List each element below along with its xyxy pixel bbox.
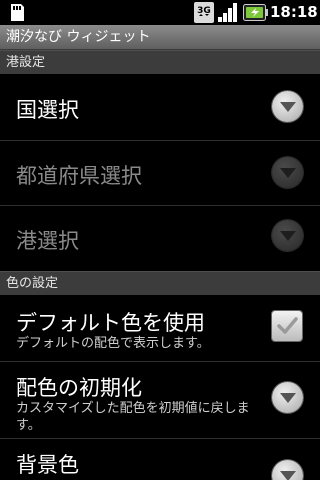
category-harbor-settings: 港設定: [0, 50, 320, 74]
pref-prefecture-select[interactable]: 都道府県選択: [0, 141, 320, 205]
pref-title: 配色の初期化: [16, 376, 142, 400]
pref-title: デフォルト色を使用: [16, 311, 205, 335]
app-title-bar: 潮汐なび ウィジェット: [0, 25, 320, 50]
dropdown-arrow-icon: [272, 220, 303, 251]
pref-use-default-colors[interactable]: デフォルト色を使用 デフォルトの配色で表示します。: [0, 295, 320, 361]
category-label: 色の設定: [6, 276, 59, 291]
pref-title: 都道府県選択: [16, 164, 142, 188]
pref-reset-colors[interactable]: 配色の初期化 カスタマイズした配色を初期値に戻します。: [0, 362, 320, 438]
app-title: 潮汐なび ウィジェット: [6, 29, 151, 45]
status-time: 18:18: [270, 3, 318, 21]
pref-title: 国選択: [16, 98, 79, 122]
dropdown-arrow-icon[interactable]: [272, 91, 303, 122]
pref-harbor-select[interactable]: 港選択: [0, 206, 320, 270]
pref-country-select[interactable]: 国選択: [0, 74, 320, 140]
pref-title: 背景色: [16, 453, 79, 477]
sd-card-icon: [11, 4, 24, 21]
dropdown-arrow-icon[interactable]: [272, 460, 303, 480]
pref-title: 港選択: [16, 229, 79, 253]
check-icon: [277, 317, 298, 334]
network-3g-icon: 3G: [194, 2, 214, 23]
battery-charging-icon: [243, 4, 268, 21]
svg-text:3G: 3G: [197, 6, 211, 16]
pref-summary: カスタマイズした配色を初期値に戻します。: [16, 401, 250, 433]
category-color-settings: 色の設定: [0, 271, 320, 295]
pref-background-color[interactable]: 背景色: [0, 439, 320, 480]
default-colors-checkbox[interactable]: [272, 311, 302, 341]
dropdown-arrow-icon[interactable]: [272, 382, 303, 413]
pref-summary: デフォルトの配色で表示します。: [16, 336, 210, 351]
category-label: 港設定: [6, 55, 46, 70]
signal-strength-icon: [218, 3, 237, 22]
status-bar: 3G 18:18: [0, 0, 320, 25]
dropdown-arrow-icon: [272, 157, 303, 188]
